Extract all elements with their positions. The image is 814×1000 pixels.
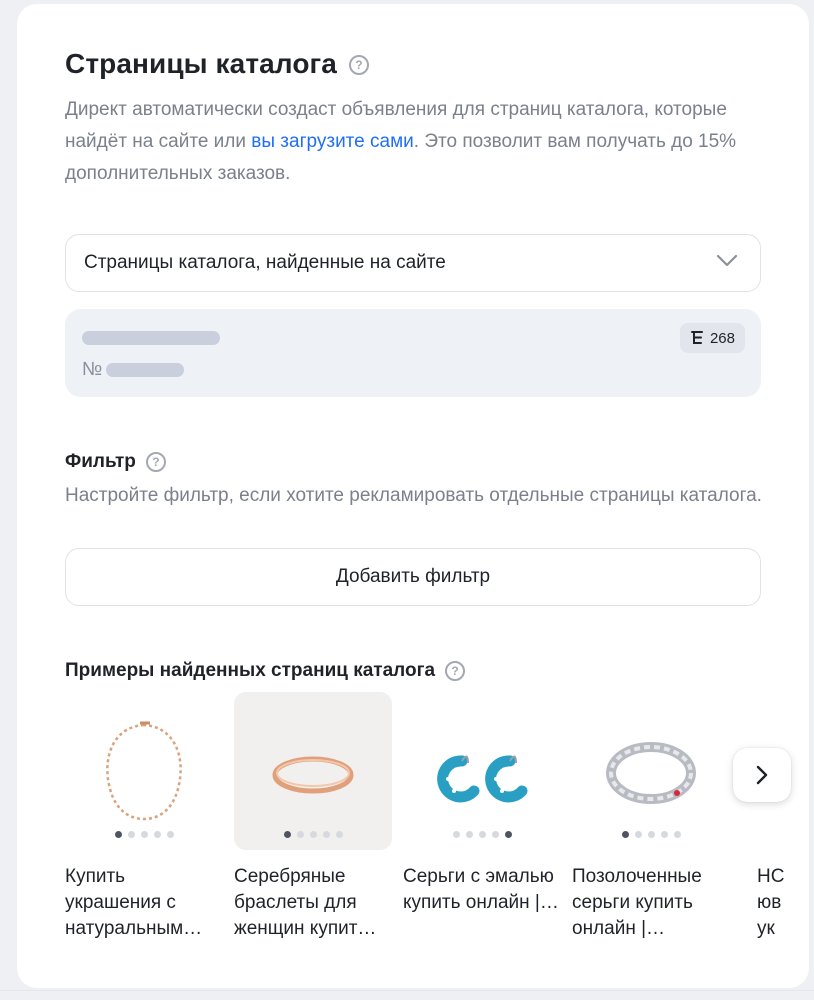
ring-image [606, 742, 696, 804]
dot [335, 831, 343, 838]
divider [0, 990, 814, 991]
dot [322, 831, 330, 838]
filter-title: Фильтр [65, 451, 136, 472]
chevron-down-icon [716, 254, 738, 267]
example-card[interactable]: Серебряные браслеты для женщин купит… [234, 692, 392, 942]
help-icon[interactable]: ? [348, 55, 369, 75]
example-caption: Серьги с эмалью купить онлайн |… [403, 866, 559, 913]
site-name-placeholder [82, 331, 220, 345]
earrings-image [437, 755, 528, 803]
example-caption: НС юв ук [757, 866, 785, 939]
example-card[interactable]: Серьги с эмалью купить онлайн |… [403, 692, 561, 916]
chevron-right-icon [756, 765, 768, 785]
example-caption: Купить украшения с натуральным… [65, 866, 203, 939]
necklace-image [106, 721, 182, 821]
catalog-pages-card: Страницы каталога ? Директ автоматически… [17, 4, 809, 988]
examples-heading: Примеры найденных страниц каталога ? [65, 660, 466, 682]
filter-heading: Фильтр ? [65, 451, 166, 473]
add-filter-button[interactable]: Добавить фильтр [65, 548, 761, 606]
tree-structure-icon [690, 331, 703, 344]
example-card[interactable]: Позолоченные серьги купить онлайн |… [572, 692, 730, 942]
filter-description: Настройте фильтр, если хотите рекламиров… [65, 485, 762, 506]
image-dots [234, 831, 392, 838]
dot [504, 831, 512, 838]
example-image [403, 692, 561, 850]
examples-carousel: Купить украшения с натуральным… Серебрян… [65, 692, 809, 952]
example-image [65, 692, 223, 850]
dot [660, 831, 668, 838]
dot [478, 831, 486, 838]
carousel-next-button[interactable] [733, 748, 791, 802]
pages-count-badge: 268 [679, 323, 745, 353]
example-image [572, 692, 730, 850]
example-card[interactable]: Купить украшения с натуральным… [65, 692, 223, 942]
dot [166, 831, 174, 838]
dot [296, 831, 304, 838]
image-dots [572, 831, 730, 838]
site-info-panel: № 268 [65, 309, 761, 397]
dot [647, 831, 655, 838]
site-number-row: № [82, 359, 185, 381]
page-description: Директ автоматически создаст объявления … [65, 94, 765, 190]
dot [491, 831, 499, 838]
examples-help-icon[interactable]: ? [445, 661, 466, 681]
catalog-source-value: Страницы каталога, найденные на сайте [84, 252, 446, 273]
dot [114, 831, 122, 838]
dot [634, 831, 642, 838]
dot [140, 831, 148, 838]
catalog-source-select[interactable]: Страницы каталога, найденные на сайте [65, 234, 761, 292]
dot [283, 831, 291, 838]
filter-help-icon[interactable]: ? [145, 452, 166, 472]
upload-yourself-link[interactable]: вы загрузите сами [251, 131, 414, 152]
examples-title: Примеры найденных страниц каталога [65, 660, 436, 681]
bracelet-image [272, 756, 354, 794]
dot [127, 831, 135, 838]
dot [673, 831, 681, 838]
dot [153, 831, 161, 838]
dot [452, 831, 460, 838]
example-image [234, 692, 392, 850]
dot [465, 831, 473, 838]
pages-count: 268 [709, 329, 735, 347]
example-card[interactable]: НС юв ук [741, 692, 809, 942]
title-row: Страницы каталога ? [65, 48, 369, 80]
example-caption: Серебряные браслеты для женщин купит… [234, 866, 377, 939]
image-dots [403, 831, 561, 838]
dot [621, 831, 629, 838]
site-number-placeholder [106, 363, 185, 377]
page-title: Страницы каталога [65, 48, 337, 79]
example-caption: Позолоченные серьги купить онлайн |… [572, 866, 702, 939]
dot [309, 831, 317, 838]
image-dots [65, 831, 223, 838]
number-prefix: № [82, 359, 103, 380]
